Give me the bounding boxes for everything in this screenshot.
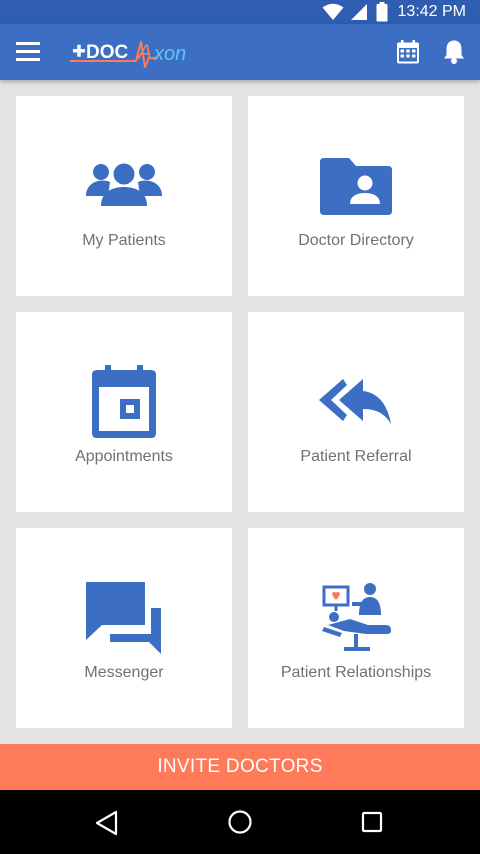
system-nav-bar xyxy=(0,790,480,854)
tile-label: Doctor Directory xyxy=(298,232,414,249)
logo-text-doc: DOC xyxy=(86,42,129,63)
doctor-patient-icon xyxy=(248,578,464,658)
home-icon[interactable] xyxy=(227,809,253,835)
tile-patient-relationships[interactable]: Patient Relationships xyxy=(248,528,464,728)
recent-apps-icon[interactable] xyxy=(361,811,383,833)
tile-patient-referral[interactable]: Patient Referral xyxy=(248,312,464,512)
app-bar: DOC A xon xyxy=(0,24,480,80)
tile-label: Patient Referral xyxy=(300,448,412,465)
reply-all-icon xyxy=(248,362,464,442)
logo-text-letter: A xyxy=(136,41,152,64)
tile-doctor-directory[interactable]: Doctor Directory xyxy=(248,96,464,296)
invite-doctors-button[interactable]: INVITE DOCTORS xyxy=(0,744,480,790)
status-bar: 13:42 PM xyxy=(0,0,480,24)
signal-icon xyxy=(350,4,367,20)
notification-bell-icon[interactable] xyxy=(443,39,465,65)
wifi-icon xyxy=(322,3,344,20)
chat-icon xyxy=(16,578,232,658)
tile-my-patients[interactable]: My Patients xyxy=(16,96,232,296)
status-time: 13:42 PM xyxy=(397,3,466,20)
battery-icon xyxy=(376,2,388,22)
status-icons: 13:42 PM xyxy=(322,0,480,24)
tile-appointments[interactable]: Appointments xyxy=(16,312,232,512)
tile-label: Messenger xyxy=(84,664,164,681)
logo-text-axon: xon xyxy=(153,43,186,65)
back-icon[interactable] xyxy=(94,810,120,836)
tile-label: Appointments xyxy=(75,448,173,465)
tile-messenger[interactable]: Messenger xyxy=(16,528,232,728)
folder-person-icon xyxy=(248,146,464,226)
group-icon xyxy=(16,146,232,226)
docaxon-logo: DOC A xon xyxy=(70,36,196,70)
menu-icon[interactable] xyxy=(16,42,40,62)
calendar-icon xyxy=(16,362,232,442)
calendar-icon[interactable] xyxy=(396,40,420,64)
tile-label: My Patients xyxy=(82,232,166,249)
tile-label: Patient Relationships xyxy=(280,664,432,681)
